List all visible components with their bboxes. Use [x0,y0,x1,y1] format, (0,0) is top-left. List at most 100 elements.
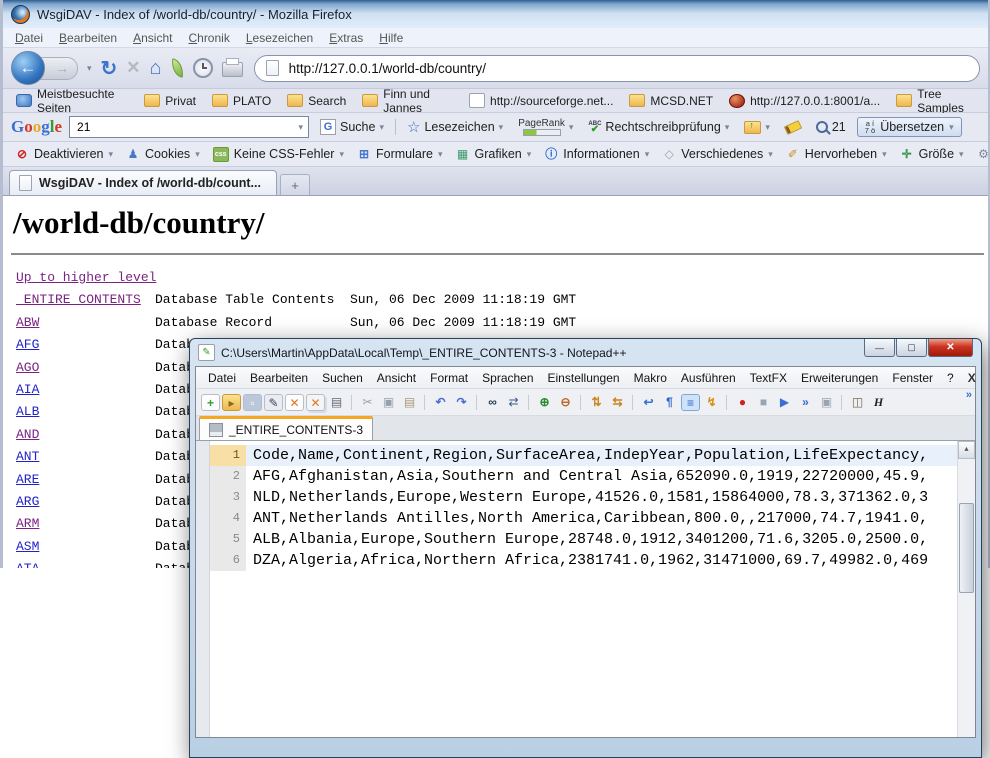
webdev-button[interactable]: ◇ Verschiedenes [656,146,779,162]
webdev-button[interactable]: ✐ Hervorheben [780,146,893,162]
webdev-button[interactable]: ⊘ Deaktivieren [9,146,119,162]
npp-menu-item[interactable]: Suchen [315,370,370,386]
npp-menu-item[interactable]: Einstellungen [541,370,627,386]
menu-item[interactable]: Chronik [180,30,237,46]
minimize-button[interactable] [864,339,895,357]
bookmark-item[interactable]: Tree Samples [889,86,982,116]
scrollbar-thumb[interactable] [959,503,974,593]
record-macro-icon[interactable]: ● [733,394,752,411]
npp-menu-item[interactable]: Bearbeiten [243,370,315,386]
google-bookmarks-button[interactable]: Lesezeichen [403,116,507,138]
webdev-button[interactable]: ▦ Grafiken [450,146,538,162]
google-search-input[interactable] [75,119,294,135]
tab-wsgidav[interactable]: WsgiDAV - Index of /world-db/count... [9,170,277,195]
reload-icon[interactable] [101,56,118,81]
bookmark-item[interactable]: Search [280,93,353,109]
entry-link[interactable]: AIA [16,382,39,397]
npp-menu-item[interactable]: TextFX [743,370,794,386]
highlighter-button[interactable] [781,121,805,134]
printer-icon[interactable] [222,62,243,77]
npp-menu-item[interactable]: Sprachen [475,370,540,386]
npp-menu-item[interactable]: Erweiterungen [794,370,885,386]
close-button[interactable] [928,339,973,357]
entry-link[interactable]: AGO [16,360,39,375]
npp-menu-item[interactable]: Ansicht [370,370,423,386]
maximize-button[interactable] [896,339,927,357]
paste-icon[interactable]: ▤ [400,394,419,411]
clock-addon-icon[interactable] [193,58,213,78]
text-editor[interactable]: 1Code,Name,Continent,Region,SurfaceArea,… [196,441,975,737]
entry-link[interactable]: ASM [16,539,39,554]
google-search-button[interactable]: G Suche [316,117,388,137]
entry-link[interactable]: ARG [16,494,39,509]
bookmark-item[interactable]: http://127.0.0.1:8001/a... [722,93,887,109]
entry-link[interactable]: ABW [16,315,39,330]
menu-item[interactable]: Ansicht [125,30,180,46]
translate-button[interactable]: a í 7 ö Übersetzen [857,117,962,137]
entry-link[interactable]: AFG [16,337,39,352]
show-all-characters-icon[interactable]: ¶ [660,394,679,411]
zoom-out-icon[interactable]: ⊖ [556,394,575,411]
leaf-addon-icon[interactable] [169,58,184,78]
menu-item[interactable]: Extras [321,30,371,46]
pagerank-button[interactable]: PageRank [514,117,577,138]
search-dropdown-icon[interactable] [298,122,303,133]
bookmark-item[interactable]: Finn und Jannes [355,86,460,116]
bookmark-item[interactable]: MCSD.NET [622,93,720,109]
new-file-icon[interactable]: + [201,394,220,411]
run-macro-multiple-icon[interactable]: » [796,394,815,411]
bookmark-item[interactable]: PLATO [205,93,278,109]
entry-link[interactable]: AND [16,427,39,442]
print-icon[interactable]: ▤ [327,394,346,411]
save-as-icon[interactable]: ✎ [264,394,283,411]
bookmark-item[interactable]: Meistbesuchte Seiten [9,86,135,116]
play-macro-icon[interactable]: ▶ [775,394,794,411]
vertical-scrollbar[interactable] [957,441,975,737]
npp-menu-item[interactable]: Datei [201,370,243,386]
cut-icon[interactable]: ✂ [358,394,377,411]
save-icon[interactable]: ▫ [243,394,262,411]
function-completion-icon[interactable]: ↯ [702,394,721,411]
copy-icon[interactable]: ▣ [379,394,398,411]
entry-link[interactable]: ATA [16,561,39,568]
sync-horizontal-scroll-icon[interactable]: ⇆ [608,394,627,411]
entry-link[interactable]: ARE [16,472,39,487]
sync-vertical-scroll-icon[interactable]: ⇅ [587,394,606,411]
menu-item[interactable]: Hilfe [371,30,411,46]
doc-close-button[interactable]: X [961,370,983,386]
doc-switcher-icon[interactable]: ◫ [848,394,867,411]
save-macro-icon[interactable]: ▣ [817,394,836,411]
forward-button[interactable] [40,57,78,80]
webdev-button[interactable]: ♟ Cookies [120,146,206,162]
npp-document-tab[interactable]: _ENTIRE_CONTENTS-3 [199,416,373,440]
entry-link[interactable]: ARM [16,516,39,531]
webdev-button[interactable]: ⚙ Extras [971,146,990,162]
bookmark-item[interactable]: Privat [137,93,203,109]
google-search-box[interactable] [69,116,309,138]
zoom-in-icon[interactable]: ⊕ [535,394,554,411]
entry-link[interactable]: ANT [16,449,39,464]
indent-guide-icon[interactable]: ≡ [681,394,700,411]
entry-link[interactable]: ALB [16,404,39,419]
menu-item[interactable]: Lesezeichen [238,30,321,46]
npp-menu-item[interactable]: Ausführen [674,370,743,386]
home-icon[interactable] [150,57,162,80]
menu-item[interactable]: Bearbeiten [51,30,125,46]
npp-menu-item[interactable]: Format [423,370,475,386]
open-folder-icon[interactable]: ▸ [222,394,241,411]
word-wrap-icon[interactable]: ↩ [639,394,658,411]
url-input[interactable] [287,60,968,77]
word-find-button[interactable]: 21 [812,118,850,136]
spellcheck-button[interactable]: ABC ✔ Rechtschreibprüfung [584,118,733,136]
webdev-button[interactable]: css Keine CSS-Fehler [207,146,350,163]
history-dropdown-icon[interactable] [87,63,92,74]
new-tab-button[interactable]: + [280,174,310,195]
close-file-icon[interactable]: ✕ [285,394,304,411]
replace-icon[interactable]: ⇄ [504,394,523,411]
up-level-link[interactable]: Up to higher level [16,270,156,285]
webdev-button[interactable]: ⓘ Informationen [538,146,655,162]
undo-icon[interactable]: ↶ [431,394,450,411]
entry-link[interactable]: _ENTIRE_CONTENTS [16,292,141,307]
scroll-up-arrow-icon[interactable] [958,441,975,459]
webdev-button[interactable]: ⊞ Formulare [351,146,449,162]
